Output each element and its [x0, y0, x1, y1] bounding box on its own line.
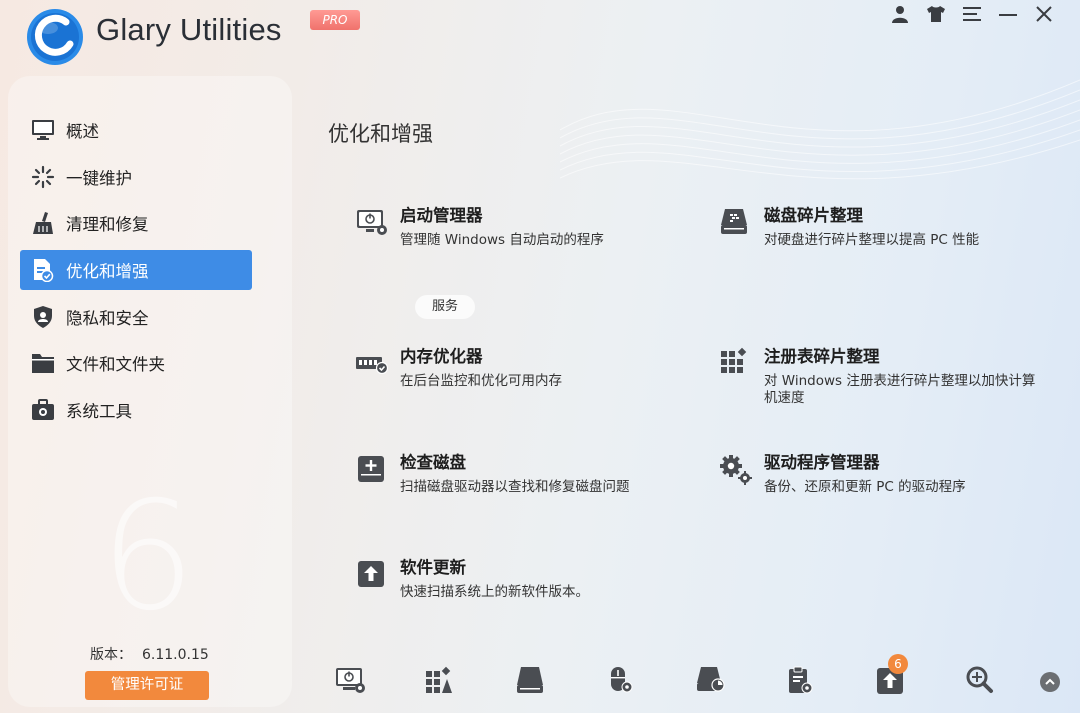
tool-software-update[interactable]: 软件更新 快速扫描系统上的新软件版本。	[356, 554, 686, 614]
sidebar-item-label: 优化和增强	[66, 262, 149, 282]
check-disk-icon	[358, 456, 384, 482]
skin-icon[interactable]	[918, 3, 954, 25]
tool-memory-optimizer[interactable]: 内存优化器 在后台监控和优化可用内存	[356, 343, 686, 403]
manage-license-button[interactable]: 管理许可证	[85, 671, 209, 700]
pro-badge: PRO	[310, 10, 360, 30]
sidebar-item-overview[interactable]: 概述	[20, 110, 252, 150]
tool-name: 磁盘碎片整理	[764, 206, 863, 225]
registry-icon[interactable]	[420, 660, 460, 700]
sidebar-item-system-tools[interactable]: 系统工具	[20, 390, 252, 430]
tool-name: 软件更新	[400, 558, 466, 577]
menu-icon[interactable]	[954, 3, 990, 25]
tool-description: 对硬盘进行碎片整理以提高 PC 性能	[764, 232, 980, 248]
update-count-badge: 6	[888, 654, 908, 674]
tool-description: 在后台监控和优化可用内存	[400, 373, 562, 389]
shield-icon	[30, 305, 56, 329]
folder-icon	[30, 351, 56, 375]
tool-name: 内存优化器	[400, 347, 483, 366]
sidebar-item-clean-repair[interactable]: 清理和修复	[20, 203, 252, 243]
search-icon[interactable]	[960, 660, 1000, 700]
memory-optimizer-icon	[356, 357, 388, 375]
sidebar-nav: 概述 一键维护 清理和修复 优化和增强 隐私和安全 文件和文件夹 系统工具	[20, 110, 252, 437]
bottom-toolbar: 6	[330, 654, 1070, 704]
version-watermark: 6	[100, 470, 196, 644]
disk-defrag-icon	[721, 209, 747, 234]
driver-manager-icon	[720, 455, 752, 485]
user-icon[interactable]	[882, 3, 918, 25]
version-label: 版本：	[90, 647, 132, 663]
monitor-icon	[30, 118, 56, 142]
tool-registry-defrag[interactable]: 注册表碎片整理 对 Windows 注册表进行碎片整理以加快计算机速度	[720, 343, 1050, 418]
clipboard-icon[interactable]	[780, 660, 820, 700]
sidebar-item-privacy[interactable]: 隐私和安全	[20, 297, 252, 337]
sidebar-item-optimize[interactable]: 优化和增强	[20, 250, 252, 291]
close-icon[interactable]	[1026, 3, 1062, 25]
tool-disk-defrag[interactable]: 磁盘碎片整理 对硬盘进行碎片整理以提高 PC 性能	[720, 202, 1050, 262]
disk-icon[interactable]	[510, 660, 550, 700]
tool-startup-manager[interactable]: 启动管理器 管理随 Windows 自动启动的程序	[356, 202, 686, 262]
tool-check-disk[interactable]: 检查磁盘 扫描磁盘驱动器以查找和修复磁盘问题	[356, 449, 686, 509]
sidebar-item-label: 系统工具	[66, 402, 132, 422]
minimize-icon[interactable]	[990, 3, 1026, 25]
services-tag: 服务	[415, 295, 475, 319]
sidebar-item-files[interactable]: 文件和文件夹	[20, 343, 252, 383]
app-logo-icon	[27, 9, 83, 65]
sidebar-item-label: 文件和文件夹	[66, 355, 165, 375]
tool-name: 驱动程序管理器	[764, 453, 880, 472]
disk-analysis-icon[interactable]	[690, 660, 730, 700]
tool-description: 快速扫描系统上的新软件版本。	[400, 584, 589, 600]
version-info: 版本： 6.11.0.15	[90, 644, 209, 664]
broom-icon	[30, 211, 56, 235]
page-title: 优化和增强	[328, 122, 433, 146]
tool-name: 检查磁盘	[400, 453, 466, 472]
tool-description: 管理随 Windows 自动启动的程序	[400, 232, 604, 248]
sidebar-item-label: 清理和修复	[66, 215, 149, 235]
app-title: Glary Utilities	[96, 12, 282, 47]
sidebar-item-label: 隐私和安全	[66, 308, 149, 328]
tool-description: 对 Windows 注册表进行碎片整理以加快计算机速度	[764, 373, 1036, 406]
registry-defrag-icon	[721, 347, 747, 373]
startup-manager-icon	[357, 210, 387, 235]
upload-icon[interactable]: 6	[870, 654, 910, 700]
sidebar-item-label: 概述	[66, 122, 99, 141]
startup-icon[interactable]	[330, 660, 370, 700]
version-number: 6.11.0.15	[142, 647, 209, 663]
sidebar-item-label: 一键维护	[66, 168, 132, 188]
sparkle-icon	[30, 165, 56, 189]
tool-driver-manager[interactable]: 驱动程序管理器 备份、还原和更新 PC 的驱动程序	[720, 449, 1050, 509]
mouse-icon[interactable]	[600, 660, 640, 700]
tool-name: 启动管理器	[400, 206, 483, 225]
software-update-icon	[358, 561, 384, 587]
toolbox-icon	[30, 398, 56, 422]
tool-name: 注册表碎片整理	[764, 347, 880, 366]
sidebar-item-one-click[interactable]: 一键维护	[20, 157, 252, 197]
scroll-up-icon[interactable]	[1040, 672, 1060, 692]
tool-description: 备份、还原和更新 PC 的驱动程序	[764, 479, 966, 495]
window-controls	[882, 3, 1062, 25]
tool-description: 扫描磁盘驱动器以查找和修复磁盘问题	[400, 479, 630, 495]
optimize-icon	[30, 258, 56, 283]
